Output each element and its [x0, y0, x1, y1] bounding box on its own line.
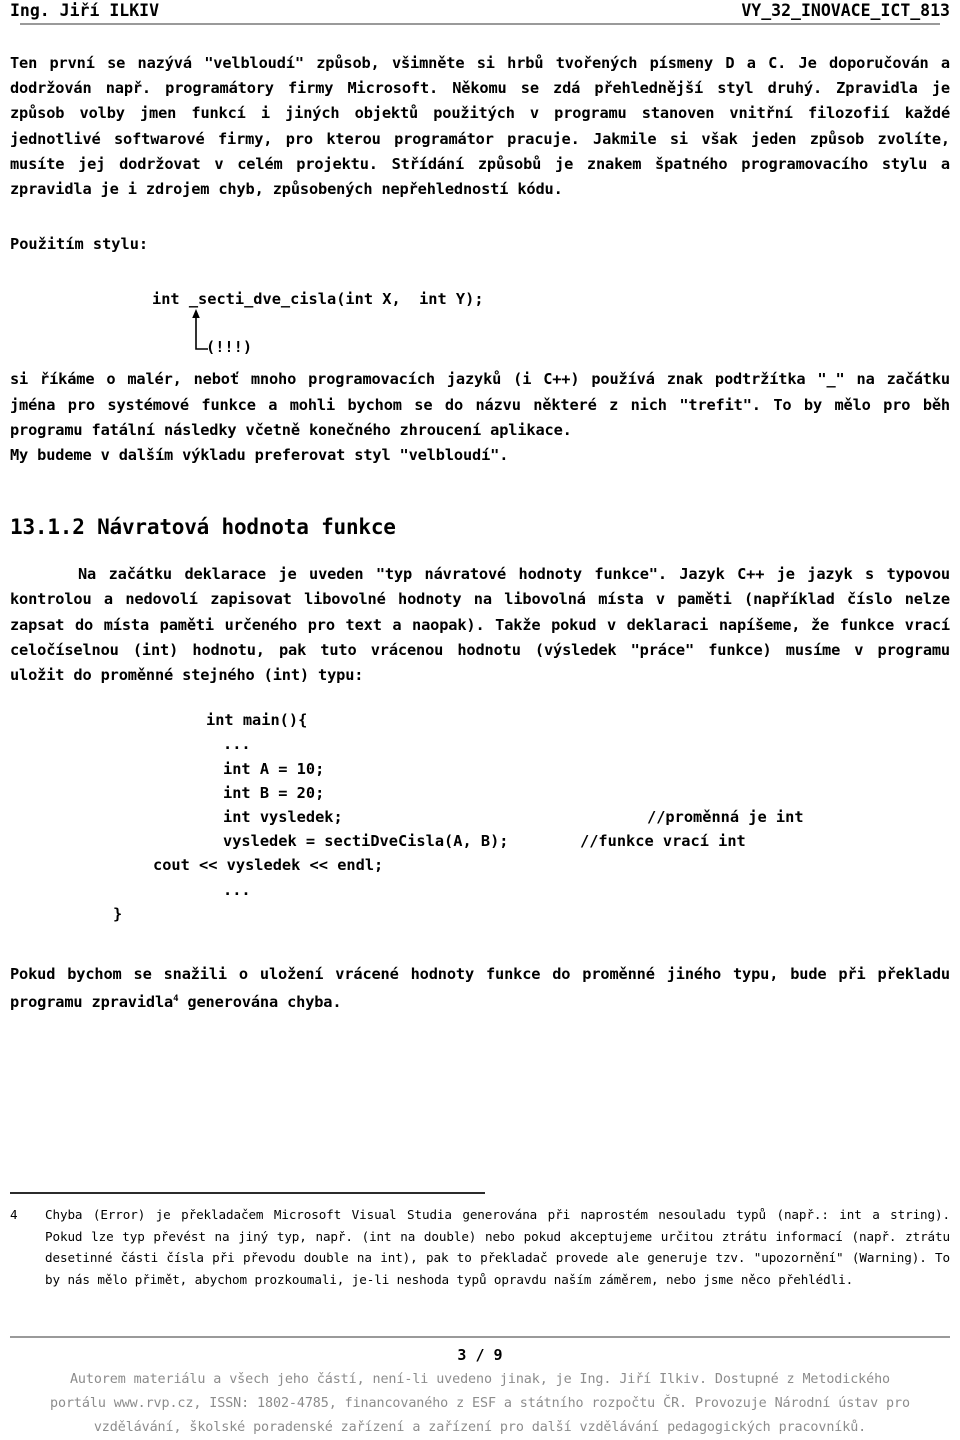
code-line: vysledek = sectiDveCisla(A, B); //funkce …	[10, 829, 950, 853]
closing-paragraph: Pokud bychom se snažili o uložení vrácen…	[10, 962, 950, 1016]
code-text: int vysledek;	[223, 808, 343, 826]
header-document-code: VY_32_INOVACE_ICT_813	[741, 1, 950, 20]
code-line: int vysledek; //proměnná je int	[10, 805, 950, 829]
code-line: }	[10, 902, 950, 926]
header-author: Ing. Jiří ILKIV	[10, 1, 160, 20]
code-line: ...	[10, 878, 950, 902]
section-heading: 13.1.2 Návratová hodnota funkce	[10, 515, 396, 540]
code-text: cout << vysledek << endl;	[153, 856, 384, 875]
code-line: int B = 20;	[10, 781, 950, 805]
closing-text-before: Pokud bychom se snažili o uložení vrácen…	[10, 964, 950, 1012]
footer-line-2: portálu www.rvp.cz, ISSN: 1802-4785, fin…	[50, 1396, 910, 1411]
code-text: }	[113, 904, 123, 923]
code-text: int B = 20;	[223, 783, 325, 802]
annotation-arrow-group: (!!!)	[10, 309, 950, 367]
footnote-divider	[10, 1192, 485, 1194]
code-line: int A = 10;	[10, 757, 950, 781]
annotation-label: (!!!)	[206, 338, 253, 357]
code-line: ...	[10, 732, 950, 756]
footnote-block: 4 Chyba (Error) je překladačem Microsoft…	[10, 1204, 950, 1290]
footer-line-3: vzdělávání, školské poradenské zařízení …	[93, 1420, 867, 1435]
footer-divider	[10, 1336, 950, 1338]
footnote-number: 4	[10, 1207, 18, 1222]
closing-text-after: generována chyba.	[178, 993, 342, 1012]
code-text: vysledek = sectiDveCisla(A, B);	[223, 832, 509, 851]
preference-paragraph: My budeme v dalším výkladu preferovat st…	[10, 446, 509, 465]
code-line: cout << vysledek << endl;	[10, 853, 950, 877]
intro-paragraph-block: Ten první se nazývá "velbloudí" způsob, …	[10, 51, 950, 202]
code-comment: //proměnná je int	[647, 808, 804, 826]
code-text: ...	[223, 735, 251, 754]
header-divider	[20, 23, 940, 25]
warning-block: si říkáme o malér, neboť mnoho programov…	[10, 367, 950, 468]
document-page: Ing. Jiří ILKIV VY_32_INOVACE_ICT_813 Te…	[0, 0, 960, 1435]
code-line: int main(){	[10, 708, 950, 732]
section-paragraph: Na začátku deklarace je uveden "typ návr…	[10, 565, 950, 685]
footnote-area: 4 Chyba (Error) je překladačem Microsoft…	[10, 1192, 950, 1290]
footer-line-1: Autorem materiálu a všech jeho částí, ne…	[69, 1372, 891, 1387]
page-number: 3 / 9	[457, 1346, 503, 1364]
function-signature-code: int _secti_dve_cisla(int X, int Y);	[152, 290, 484, 309]
code-text: ...	[223, 880, 251, 899]
intro-paragraph: Ten první se nazývá "velbloudí" způsob, …	[10, 54, 950, 199]
code-comment: //funkce vrací int	[580, 832, 746, 851]
page-footer: 3 / 9 Autorem materiálu a všech jeho čás…	[10, 1336, 950, 1440]
style-usage-label: Použitím stylu:	[10, 235, 149, 254]
warning-paragraph: si říkáme o malér, neboť mnoho programov…	[10, 370, 950, 439]
code-text: int A = 10;	[223, 759, 325, 778]
footnote-text: Chyba (Error) je překladačem Microsoft V…	[45, 1207, 950, 1287]
code-text: int main(){	[206, 711, 308, 730]
closing-block: Pokud bychom se snažili o uložení vrácen…	[10, 962, 950, 1016]
page-header: Ing. Jiří ILKIV VY_32_INOVACE_ICT_813	[10, 0, 950, 31]
section-paragraph-block: Na začátku deklarace je uveden "typ návr…	[10, 562, 950, 688]
main-code-block: int main(){... int A = 10; int B = 20; int …	[10, 708, 950, 926]
footer-credits: Autorem materiálu a všech jeho částí, ne…	[10, 1368, 950, 1440]
